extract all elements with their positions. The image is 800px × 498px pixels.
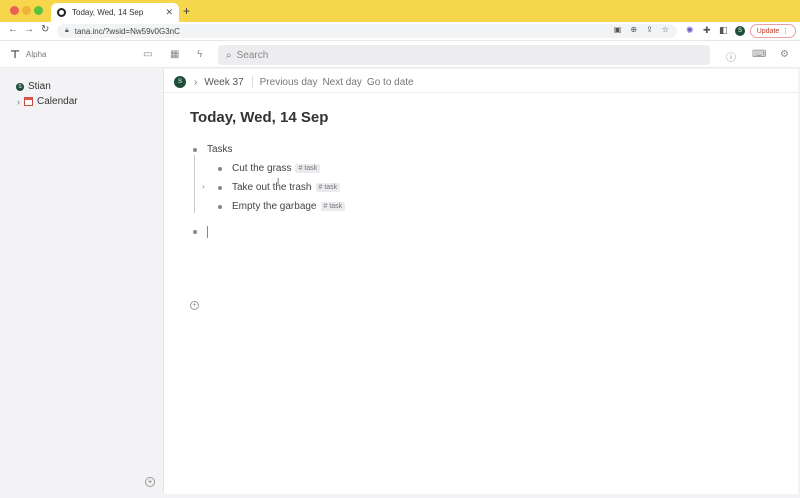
breadcrumb-week-link[interactable]: Week 37	[204, 77, 243, 88]
lock-icon: 🔒︎	[65, 27, 69, 34]
breadcrumb-divider-line	[164, 92, 799, 93]
extension-gear-icon[interactable]: ✺	[686, 25, 694, 36]
task-tag[interactable]: # task	[320, 202, 346, 211]
text-cursor-icon: I	[277, 177, 280, 186]
node-bullet[interactable]	[193, 230, 197, 234]
node-bullet[interactable]	[218, 204, 222, 209]
search-icon: ⌕	[226, 49, 232, 61]
toggle-sidebar-icon[interactable]: ▭	[143, 49, 152, 60]
back-icon[interactable]: ←	[8, 24, 18, 35]
product-label: Alpha	[26, 50, 47, 59]
url-text: tana.inc/?wsid=Nw59v0G3nC	[74, 26, 180, 36]
node-label[interactable]: Tasks	[207, 144, 233, 155]
tab-title: Today, Wed, 14 Sep	[72, 8, 144, 17]
node-label[interactable]: Cut the grass	[232, 163, 291, 174]
outline-tree-line	[194, 155, 195, 213]
close-tab-icon[interactable]: ✕	[165, 7, 173, 18]
update-label: Update	[756, 27, 780, 35]
task-tag[interactable]: # task	[295, 164, 321, 173]
node-label[interactable]: Empty the garbage	[232, 201, 317, 212]
sidebar-item-label: Calendar	[37, 96, 78, 107]
previous-day-link[interactable]: Previous day	[260, 77, 318, 88]
minimize-window-button[interactable]	[22, 6, 31, 15]
browser-toolbar: ← → ↻ 🔒︎ tana.inc/?wsid=Nw59v0G3nC ▣ ⊕ ⇪…	[0, 22, 800, 40]
outline-node-child[interactable]: Empty the garbage # task	[218, 201, 346, 212]
add-node-icon[interactable]: +	[190, 301, 199, 310]
breadcrumb-divider	[251, 76, 253, 88]
forward-icon[interactable]: →	[24, 24, 34, 35]
node-bullet[interactable]	[218, 185, 222, 190]
share-icon[interactable]: ⇪	[646, 25, 653, 34]
sidebar-item-calendar[interactable]: › Calendar	[17, 96, 78, 107]
workspace-avatar: S	[16, 82, 24, 91]
app-header: ⊤ Alpha ▭ ▦ ϟ ⌕ Search ⓘ ⌨ ⚙	[0, 41, 800, 68]
sidebar: S Stian › Calendar +	[0, 69, 163, 498]
profile-avatar[interactable]: S	[735, 26, 745, 36]
outline-node-child[interactable]: Cut the grass # task	[218, 163, 321, 174]
browser-tab[interactable]: Today, Wed, 14 Sep ✕	[51, 3, 179, 22]
page-title[interactable]: Today, Wed, 14 Sep	[190, 109, 328, 126]
breadcrumb: S › Week 37 Previous day Next day Go to …	[174, 75, 419, 89]
main-panel: S › Week 37 Previous day Next day Go to …	[163, 69, 799, 494]
chevron-right-icon[interactable]: ›	[17, 97, 20, 107]
more-vertical-icon: ⋮	[782, 28, 790, 35]
quick-action-bolt-icon[interactable]: ϟ	[197, 49, 202, 60]
extensions-puzzle-icon[interactable]: ✚	[703, 25, 711, 36]
close-window-button[interactable]	[10, 6, 19, 15]
address-bar[interactable]: 🔒︎ tana.inc/?wsid=Nw59v0G3nC ▣ ⊕ ⇪ ☆	[57, 24, 677, 38]
new-tab-button[interactable]: +	[183, 4, 190, 18]
chevron-right-icon: ›	[194, 76, 198, 88]
settings-gear-icon[interactable]: ⚙	[780, 49, 789, 60]
go-to-date-link[interactable]: Go to date	[367, 77, 414, 88]
workspace-item[interactable]: S Stian	[16, 81, 51, 92]
search-input[interactable]: ⌕ Search	[218, 45, 710, 65]
text-caret	[207, 226, 208, 238]
next-day-link[interactable]: Next day	[322, 77, 361, 88]
side-panel-icon[interactable]: ◧	[719, 25, 728, 36]
tab-favicon-icon	[57, 8, 66, 17]
outline-node-tasks[interactable]: Tasks	[193, 144, 233, 155]
breadcrumb-avatar[interactable]: S	[174, 76, 186, 88]
keyboard-icon[interactable]: ⌨	[752, 49, 766, 60]
reload-icon[interactable]: ↻	[41, 24, 49, 35]
calendar-today-icon[interactable]: ▦	[170, 49, 179, 60]
node-label[interactable]: Take out the trash	[232, 182, 312, 193]
task-tag[interactable]: # task	[315, 183, 341, 192]
add-icon[interactable]: +	[145, 477, 155, 487]
node-bullet[interactable]	[193, 147, 197, 152]
update-button[interactable]: Update ⋮	[750, 24, 796, 38]
maximize-window-button[interactable]	[34, 6, 43, 15]
screen-share-icon[interactable]: ▣	[614, 25, 622, 34]
calendar-icon	[24, 97, 33, 106]
search-placeholder: Search	[236, 49, 269, 61]
browser-titlebar: Today, Wed, 14 Sep ✕ +	[0, 0, 800, 22]
zoom-icon[interactable]: ⊕	[630, 25, 637, 34]
bookmark-star-icon[interactable]: ☆	[662, 25, 669, 34]
outline-node-empty[interactable]	[193, 226, 208, 238]
tana-logo-icon[interactable]: ⊤	[10, 48, 20, 61]
expand-chevron-icon[interactable]: ›	[202, 182, 205, 191]
node-bullet[interactable]	[218, 166, 222, 171]
help-icon[interactable]: ⓘ	[726, 49, 736, 64]
workspace-name: Stian	[28, 81, 51, 92]
